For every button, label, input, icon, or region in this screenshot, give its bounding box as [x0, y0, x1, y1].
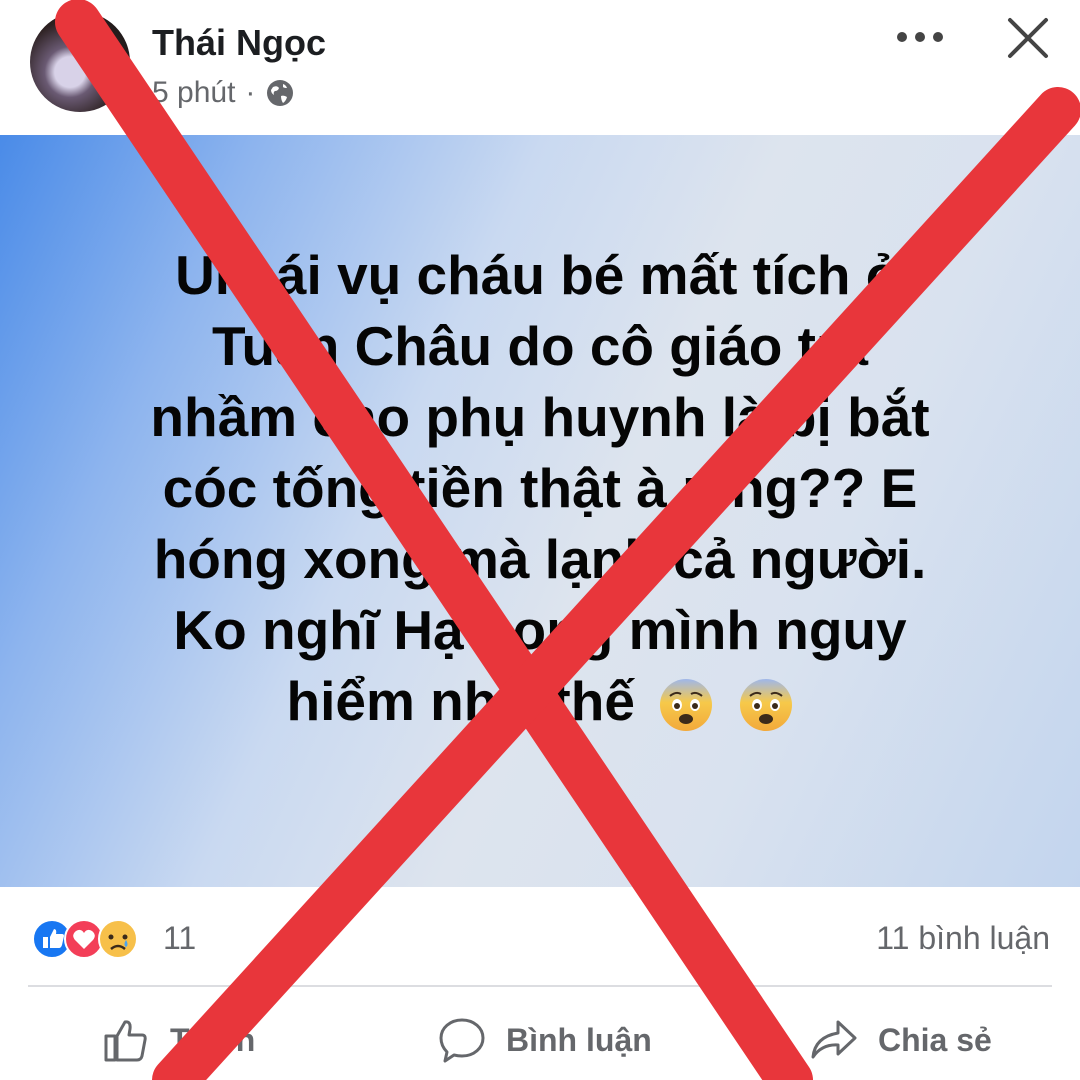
- post-time[interactable]: 5 phút: [152, 76, 235, 110]
- anxious-face-emoji-icon: [660, 679, 713, 732]
- love-reaction-icon: [64, 919, 104, 959]
- comment-button[interactable]: Bình luận: [436, 1010, 652, 1070]
- anxious-face-emoji-icon: [739, 679, 792, 732]
- comment-bubble-icon: [439, 1018, 485, 1063]
- reaction-count[interactable]: 11: [163, 920, 196, 957]
- post-text: Ui cái vụ cháu bé mất tích ở Tuần Châu d…: [60, 240, 1020, 737]
- post-meta: 5 phút ·: [152, 76, 295, 110]
- post-header: Thái Ngọc 5 phút ·: [0, 0, 1080, 135]
- post-text-line: Ui cái vụ cháu bé mất tích ở: [175, 244, 905, 306]
- close-icon[interactable]: [1004, 14, 1052, 62]
- reaction-icons[interactable]: [32, 918, 152, 960]
- meta-separator: ·: [245, 76, 256, 109]
- post-text-line: hiểm như thế: [286, 670, 635, 732]
- thumbs-up-icon: [104, 1020, 147, 1062]
- like-label: Thích: [170, 1021, 256, 1058]
- comment-count[interactable]: 11 bình luận: [876, 920, 1050, 957]
- actions-divider: [28, 985, 1052, 987]
- post-text-line: nhầm cho phụ huynh là bị bắt: [150, 386, 930, 448]
- author-name[interactable]: Thái Ngọc: [152, 22, 326, 64]
- post-text-line: Tuần Châu do cô giáo trả: [212, 315, 868, 377]
- post-text-line: Ko nghĩ Hạ Long mình nguy: [173, 599, 907, 661]
- share-arrow-icon: [811, 1020, 857, 1059]
- sad-reaction-icon: [98, 919, 138, 959]
- post-text-line: hóng xong mà lạnh cả người.: [153, 528, 927, 590]
- post-text-line-last: hiểm như thế: [60, 666, 1020, 737]
- share-button[interactable]: Chia sẻ: [808, 1010, 992, 1070]
- more-options-icon[interactable]: [890, 20, 950, 54]
- like-button[interactable]: Thích: [100, 1010, 255, 1070]
- comment-label: Bình luận: [506, 1021, 652, 1058]
- share-label: Chia sẻ: [878, 1021, 992, 1058]
- avatar[interactable]: [30, 12, 130, 112]
- globe-icon: [267, 80, 294, 106]
- post-text-line: cóc tống tiền thật à mng?? E: [162, 457, 918, 519]
